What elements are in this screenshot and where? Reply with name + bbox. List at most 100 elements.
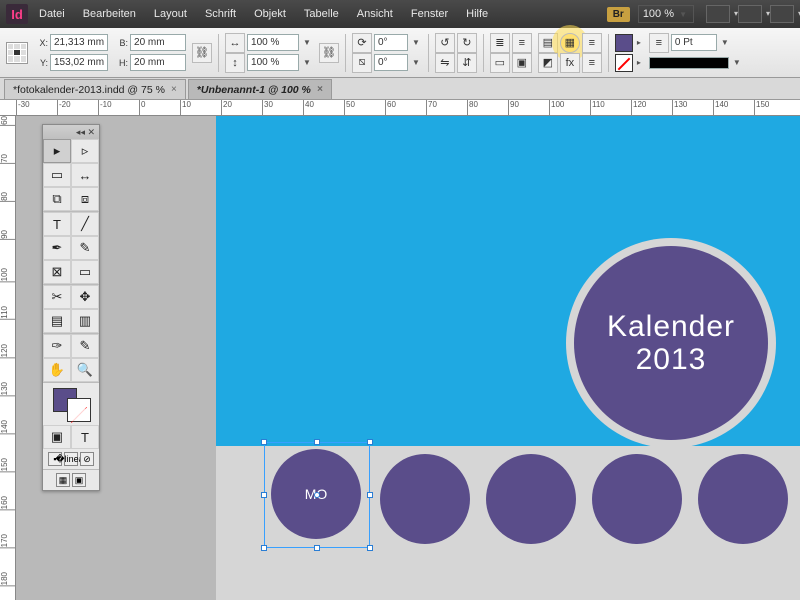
scale-x-field[interactable]: 100 % [247,34,299,51]
menu-file[interactable]: Datei [32,4,72,24]
stroke-weight-field[interactable]: 0 Pt [671,34,717,51]
zoom-tool[interactable]: 🔍 [71,358,99,382]
content-collector-tool[interactable]: ⧉ [43,187,71,211]
chevron-down-icon[interactable]: ▼ [301,58,313,67]
fill-stroke-control[interactable] [51,386,91,422]
note-tool[interactable]: ✑ [43,334,71,358]
resize-handle[interactable] [367,439,373,445]
menu-edit[interactable]: Bearbeiten [76,4,143,24]
chevron-right-icon[interactable]: ▸ [635,58,643,67]
type-tool[interactable]: T [43,212,71,236]
selected-object[interactable]: MO [264,442,370,548]
free-transform-tool[interactable]: ✥ [71,285,99,309]
pen-tool[interactable]: ✒ [43,236,71,260]
constrain-scale-icon[interactable]: ⛓ [319,43,339,63]
selection-tool[interactable]: ▸ [43,139,71,163]
constrain-wh-icon[interactable]: ⛓ [192,43,212,63]
stroke-style-field[interactable] [649,57,729,69]
hand-tool[interactable]: ✋ [43,358,71,382]
select-content-icon[interactable]: ▣ [512,53,532,73]
document-canvas[interactable]: Kalender 2013 MO ◂◂ ✕ ▸ ▹ ▭ ↔ ⧉ ⧈ T ╱ ✒ [16,116,800,600]
scale-y-field[interactable]: 100 % [247,54,299,71]
apply-gradient-button[interactable]: �linear [64,452,78,466]
panel-collapse-icon[interactable]: ◂◂ ✕ [43,125,99,139]
menu-help[interactable]: Hilfe [459,4,495,24]
text-wrap-button[interactable]: ▦ [560,33,580,53]
resize-handle[interactable] [261,545,267,551]
select-container-icon[interactable]: ▭ [490,53,510,73]
day-circle[interactable] [486,454,576,544]
zoom-level-field[interactable]: 100 % ▼ [638,5,694,23]
menu-window[interactable]: Fenster [404,4,455,24]
horizontal-ruler[interactable]: -30-20-100102030405060708090100110120130… [0,100,800,116]
rotate-ccw-icon[interactable]: ↺ [435,33,455,53]
gradient-swatch-tool[interactable]: ▤ [43,309,71,333]
close-icon[interactable]: × [171,84,177,95]
flip-h-icon[interactable]: ⇋ [435,53,455,73]
stroke-swatch[interactable] [615,54,633,72]
chevron-down-icon[interactable]: ▼ [301,38,313,47]
scissors-tool[interactable]: ✂ [43,285,71,309]
resize-handle[interactable] [314,545,320,551]
rotate-field[interactable]: 0° [374,34,408,51]
day-circle[interactable] [698,454,788,544]
wrap-options-icon[interactable]: ≡ [582,33,602,53]
resize-handle[interactable] [367,545,373,551]
screen-mode-button[interactable] [706,5,730,23]
rectangle-frame-tool[interactable]: ⊠ [43,260,71,284]
eyedropper-tool[interactable]: ✎ [71,334,99,358]
document-tab[interactable]: *Unbenannt-1 @ 100 %× [188,79,332,99]
stroke-color-icon[interactable] [67,398,91,422]
resize-handle[interactable] [314,439,320,445]
bridge-button[interactable]: Br [607,7,630,22]
flip-v-icon[interactable]: ⇵ [457,53,477,73]
preview-view-button[interactable]: ▣ [72,473,86,487]
reference-point-picker[interactable] [6,42,28,64]
apply-none-button[interactable]: ⊘ [80,452,94,466]
fill-swatch[interactable] [615,34,633,52]
formatting-container-icon[interactable]: ▣ [43,425,71,449]
menu-layout[interactable]: Layout [147,4,194,24]
align-center-icon[interactable]: ≡ [512,33,532,53]
chevron-down-icon[interactable]: ▼ [731,58,743,67]
object-styles-icon[interactable]: ≡ [582,53,602,73]
normal-view-button[interactable]: ▦ [56,473,70,487]
rotate-cw-icon[interactable]: ↻ [457,33,477,53]
page-tool[interactable]: ▭ [43,163,71,187]
day-circle[interactable] [592,454,682,544]
chevron-down-icon[interactable]: ▼ [719,38,731,47]
workspace-switcher-button[interactable] [770,5,794,23]
menu-table[interactable]: Tabelle [297,4,346,24]
menu-object[interactable]: Objekt [247,4,293,24]
rectangle-tool[interactable]: ▭ [71,260,99,284]
resize-handle[interactable] [261,492,267,498]
gap-tool[interactable]: ↔ [71,163,99,187]
chevron-down-icon[interactable]: ▼ [410,38,422,47]
title-circle[interactable]: Kalender 2013 [574,246,768,440]
gradient-feather-tool[interactable]: ▥ [71,309,99,333]
close-icon[interactable]: × [317,84,323,95]
y-field[interactable]: 153,02 mm [50,54,108,71]
formatting-text-icon[interactable]: T [71,425,99,449]
pencil-tool[interactable]: ✎ [71,236,99,260]
align-left-icon[interactable]: ≣ [490,33,510,53]
menu-type[interactable]: Schrift [198,4,243,24]
document-tab[interactable]: *fotokalender-2013.indd @ 75 %× [4,79,186,99]
shear-field[interactable]: 0° [374,54,408,71]
vertical-ruler[interactable]: 60708090100110120130140150160170180 [0,116,16,600]
height-field[interactable]: 20 mm [130,54,186,71]
chevron-right-icon[interactable]: ▸ [635,38,643,47]
effects-icon[interactable]: fx [560,53,580,73]
line-tool[interactable]: ╱ [71,212,99,236]
width-field[interactable]: 20 mm [130,34,186,51]
content-placer-tool[interactable]: ⧈ [71,187,99,211]
x-field[interactable]: 21,313 mm [50,34,108,51]
selection-center-icon[interactable] [314,492,320,498]
arrange-documents-button[interactable] [738,5,762,23]
resize-handle[interactable] [261,439,267,445]
day-circle[interactable] [380,454,470,544]
fit-frame-icon[interactable]: ▤ [538,33,558,53]
menu-view[interactable]: Ansicht [350,4,400,24]
chevron-down-icon[interactable]: ▼ [410,58,422,67]
resize-handle[interactable] [367,492,373,498]
